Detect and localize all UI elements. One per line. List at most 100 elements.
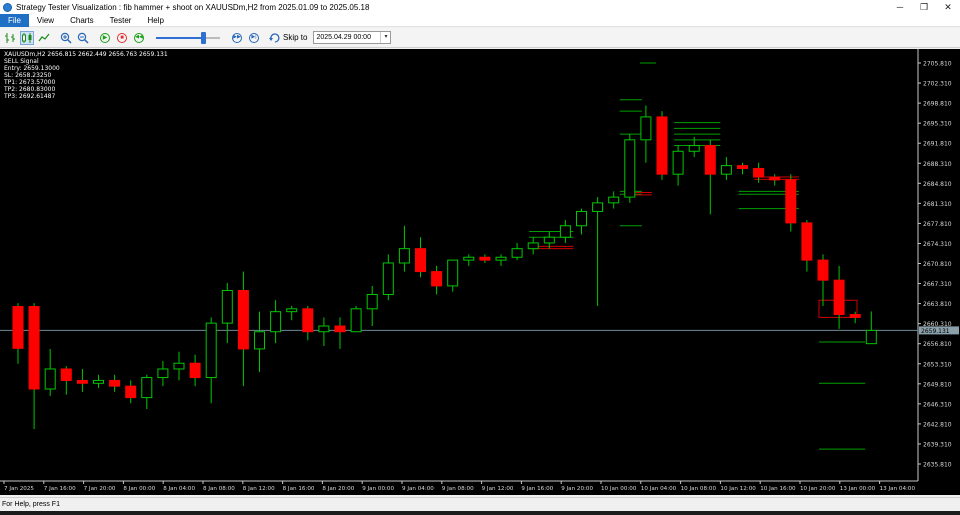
x-tick-label: 10 Jan 20:00 [800,486,836,492]
bar-chart-icon [5,32,15,43]
price-chart[interactable]: 2705.810 2702.310 2698.810 2695.310 2691.810… [0,49,960,495]
candle-body [350,308,362,333]
menu-charts[interactable]: Charts [62,14,102,27]
candle-body [189,362,201,379]
y-tick-label: 2681.310 [923,201,952,208]
candle-body [479,256,491,261]
candle-body [415,248,426,273]
x-tick-label: 9 Jan 00:00 [362,486,394,492]
y-tick-label: 2649.810 [923,381,952,388]
candle-body [543,236,555,244]
candle-body [447,259,459,287]
window-title: Strategy Tester Visualization : fib hamm… [16,2,370,12]
signal-info-panel: XAUUSDm,H2 2656.815 2662.449 2656.763 26… [4,51,168,100]
candle-body [576,210,587,227]
y-tick-label: 2677.810 [923,221,952,228]
calendar-dropdown-icon[interactable]: ▾ [380,32,390,43]
info-line-entry: Entry: 2659.13000 [4,65,60,72]
chart-line-button[interactable] [37,31,51,45]
y-tick-label: 2646.310 [923,401,952,408]
candle-body [833,279,845,316]
candle-body [60,368,72,381]
step-forward-button[interactable]: ▶| [247,31,261,45]
x-tick-label: 7 Jan 2025 [4,486,34,492]
chart-bars-button[interactable] [3,31,17,45]
x-tick-label: 10 Jan 12:00 [720,486,756,492]
stop-button[interactable]: ■ [115,31,129,45]
menu-tester[interactable]: Tester [102,14,140,27]
candle-body [801,222,813,261]
candle-body [559,225,571,238]
x-tick-label: 7 Jan 20:00 [84,486,116,492]
stop-icon: ■ [117,32,127,43]
info-line-ohlc: XAUUSDm,H2 2656.815 2662.449 2656.763 26… [4,51,168,58]
candle-body [157,368,169,379]
maximize-button[interactable]: ❐ [912,0,936,14]
price-chart-canvas: 2705.810 2702.310 2698.810 2695.310 2691.810… [0,49,959,492]
candle-body [286,308,298,313]
speed-slider-fill [156,36,203,39]
x-tick-label: 13 Jan 04:00 [880,486,916,492]
x-tick-label: 9 Jan 20:00 [561,486,593,492]
candle-body [382,262,394,295]
candle-body [704,145,716,175]
skip-to-date-input[interactable]: 2025.04.29 00:00 ▾ [313,31,392,44]
app-icon [3,2,12,12]
y-tick-label: 2705.810 [923,61,952,68]
candle-body [463,256,475,261]
info-line-sl: SL: 2658.23250 [4,72,52,79]
candle-body [221,289,233,324]
rewind-button[interactable]: ◀◀ [132,31,146,45]
candle-body [12,306,24,349]
candle-body [254,331,265,350]
chart-candles-button[interactable] [20,30,34,45]
candle-body [656,116,668,175]
minimize-button[interactable]: ─ [888,0,912,14]
y-tick-label: 2674.310 [923,241,952,248]
menu-file[interactable]: File [0,13,29,27]
status-bar: For Help, press F1 [0,497,960,511]
zoom-out-button[interactable] [76,31,90,45]
candlestick-icon [22,32,32,43]
menu-view[interactable]: View [29,14,62,27]
rewind-icon: ◀◀ [134,32,144,43]
y-tick-label: 2642.810 [923,421,952,428]
close-button[interactable]: ✕ [936,0,960,14]
candle-body [44,368,56,390]
toolbar: ▶ ■ ◀◀ ▶▶ ▶| Skip to 2025.04.29 00:00 ▾ [0,28,960,48]
candle-body [753,167,765,178]
candle-body [141,377,153,399]
y-tick-label: 2684.810 [923,181,952,188]
candle-body [76,379,88,384]
menu-help[interactable]: Help [139,14,171,27]
candle-body [318,325,330,333]
taskbar-edge [0,511,960,515]
y-tick-label: 2698.810 [923,101,952,108]
skip-refresh-icon[interactable] [269,32,281,44]
y-tick-label: 2688.310 [923,161,952,168]
x-tick-label: 10 Jan 00:00 [601,486,637,492]
candle-body [865,329,877,345]
speed-slider-thumb[interactable] [200,31,206,44]
candle-body [28,306,40,390]
fast-forward-button[interactable]: ▶▶ [230,31,244,45]
zoom-in-button[interactable] [59,31,73,45]
x-tick-label: 8 Jan 00:00 [123,486,155,492]
candle-body [785,179,797,224]
speed-slider[interactable] [156,31,220,45]
x-tick-label: 8 Jan 08:00 [203,486,235,492]
info-line-tp2: TP2: 2680.83000 [4,86,56,93]
candle-body [511,248,523,258]
candle-body [205,322,217,379]
info-line-signal: SELL Signal [4,58,39,65]
candle-body [302,308,314,333]
skip-to-date-value: 2025.04.29 00:00 [316,34,371,41]
x-tick-label: 13 Jan 00:00 [840,486,876,492]
play-button[interactable]: ▶ [98,31,112,45]
y-tick-label: 2635.810 [923,462,952,469]
candle-body [688,145,700,152]
candle-body [334,325,346,333]
y-tick-label: 2656.810 [923,341,952,348]
x-tick-label: 9 Jan 04:00 [402,486,434,492]
candle-body [720,165,732,175]
